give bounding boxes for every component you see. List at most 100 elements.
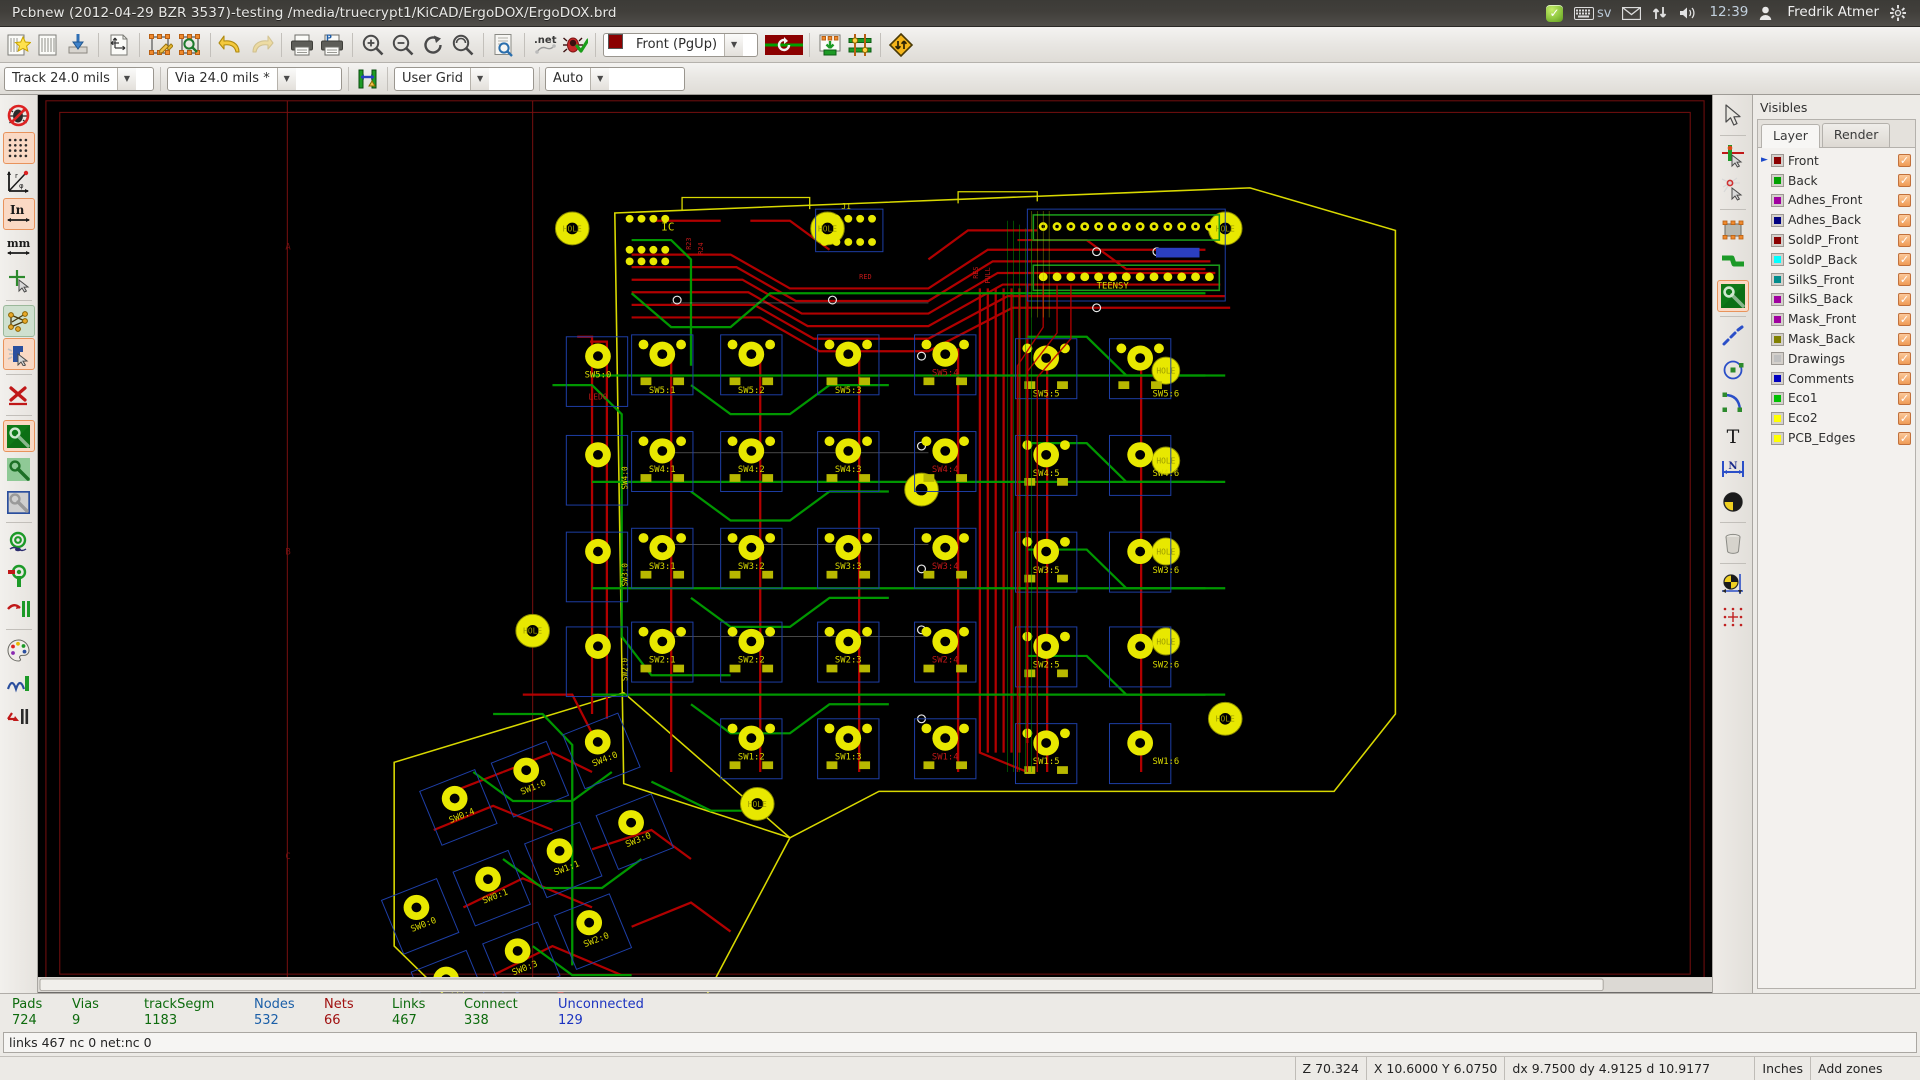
layer-visibility-checkbox[interactable]: ✓	[1898, 392, 1911, 405]
username-label[interactable]: Fredrik Atmer	[1787, 6, 1879, 20]
layer-color-swatch[interactable]	[1771, 273, 1784, 286]
layer-color-swatch[interactable]	[1771, 392, 1784, 405]
layer-color-swatch[interactable]	[1771, 432, 1784, 445]
zone-disabled-icon[interactable]	[3, 486, 35, 518]
add-module-icon[interactable]	[1717, 214, 1749, 246]
microwave-icon[interactable]	[3, 667, 35, 699]
updown-arrows-icon[interactable]	[886, 30, 916, 60]
chevron-down-icon[interactable]: ▼	[724, 34, 743, 56]
layer-visibility-checkbox[interactable]: ✓	[1898, 333, 1911, 346]
save-board-button[interactable]	[63, 30, 93, 60]
layer-color-swatch[interactable]	[1771, 253, 1784, 266]
gear-icon[interactable]	[1890, 5, 1906, 21]
track-sketch-icon[interactable]	[3, 593, 35, 625]
layer-color-swatch[interactable]	[1771, 412, 1784, 425]
zoom-fit-button[interactable]	[448, 30, 478, 60]
layer-row-mask-back[interactable]: Mask_Back ✓	[1758, 329, 1915, 349]
pad-sketch-icon[interactable]	[3, 527, 35, 559]
layer-color-swatch[interactable]	[1771, 372, 1784, 385]
layer-visibility-checkbox[interactable]: ✓	[1898, 372, 1911, 385]
layer-visibility-checkbox[interactable]: ✓	[1898, 293, 1911, 306]
local-ratsnest-icon[interactable]	[1717, 173, 1749, 205]
page-settings-button[interactable]	[104, 30, 134, 60]
layer-color-swatch[interactable]	[1771, 293, 1784, 306]
layer-visibility-checkbox[interactable]: ✓	[1898, 253, 1911, 266]
arrow-cursor-icon[interactable]	[1717, 99, 1749, 131]
grid-dots-icon[interactable]	[3, 132, 35, 164]
polar-coord-icon[interactable]: rφ	[3, 165, 35, 197]
netlist-button[interactable]: .net	[530, 30, 560, 60]
layer-color-swatch[interactable]	[1771, 234, 1784, 247]
mode-track-icon[interactable]	[845, 30, 875, 60]
zone-filled-icon[interactable]	[3, 420, 35, 452]
layer-row-eco1[interactable]: Eco1 ✓	[1758, 389, 1915, 409]
layer-visibility-checkbox[interactable]: ✓	[1898, 352, 1911, 365]
layer-row-drawings[interactable]: Drawings ✓	[1758, 349, 1915, 369]
layer-visibility-checkbox[interactable]: ✓	[1898, 154, 1911, 167]
layer-color-swatch[interactable]	[1771, 154, 1784, 167]
zoom-select[interactable]: Auto ▼	[545, 67, 685, 91]
keyboard-icon[interactable]: sv	[1574, 7, 1611, 20]
new-board-button[interactable]	[3, 30, 33, 60]
layer-color-swatch[interactable]	[1771, 333, 1784, 346]
layer-visibility-checkbox[interactable]: ✓	[1898, 174, 1911, 187]
active-layer-select[interactable]: Front (PgUp) ▼	[603, 33, 758, 57]
open-module-viewer-button[interactable]	[175, 30, 205, 60]
text-T-icon[interactable]: T	[1717, 420, 1749, 452]
layer-row-eco2[interactable]: Eco2 ✓	[1758, 408, 1915, 428]
user-icon[interactable]	[1759, 6, 1772, 20]
chevron-down-icon[interactable]: ▼	[470, 68, 489, 90]
ratsnest-icon[interactable]	[3, 305, 35, 337]
layer-visibility-checkbox[interactable]: ✓	[1898, 234, 1911, 247]
full-crosshair-icon[interactable]	[3, 264, 35, 296]
hidden-text-icon[interactable]	[3, 700, 35, 732]
layer-color-swatch[interactable]	[1771, 174, 1784, 187]
plot-button[interactable]: P	[317, 30, 347, 60]
zoom-in-button[interactable]	[358, 30, 388, 60]
layer-row-adhes-front[interactable]: Adhes_Front ✓	[1758, 191, 1915, 211]
chevron-down-icon[interactable]: ▼	[277, 68, 296, 90]
dashed-line-icon[interactable]	[1717, 321, 1749, 353]
add-zone-icon[interactable]	[1717, 280, 1749, 312]
track-width-select[interactable]: Track 24.0 mils ▼	[4, 67, 154, 91]
redo-button[interactable]	[246, 30, 276, 60]
contrast-palette-icon[interactable]	[3, 634, 35, 666]
highlight-net-icon[interactable]	[1717, 140, 1749, 172]
find-button[interactable]	[489, 30, 519, 60]
envelope-icon[interactable]	[1622, 7, 1641, 20]
target-mire-icon[interactable]	[1717, 486, 1749, 518]
layer-color-swatch[interactable]	[1771, 194, 1784, 207]
arc-shape-icon[interactable]	[1717, 387, 1749, 419]
add-track-icon[interactable]	[1717, 247, 1749, 279]
layer-visibility-checkbox[interactable]: ✓	[1898, 412, 1911, 425]
layer-visibility-checkbox[interactable]: ✓	[1898, 432, 1911, 445]
refresh-icon[interactable]	[418, 30, 448, 60]
chevron-down-icon[interactable]: ▼	[590, 68, 609, 90]
layer-row-comments[interactable]: Comments ✓	[1758, 369, 1915, 389]
track-via-size-icon[interactable]	[355, 66, 381, 92]
via-sketch-icon[interactable]	[3, 560, 35, 592]
clock-label[interactable]: 12:39	[1709, 6, 1748, 20]
layer-row-soldp-back[interactable]: SoldP_Back ✓	[1758, 250, 1915, 270]
network-updown-icon[interactable]	[1652, 6, 1668, 20]
grid-origin-icon[interactable]	[1717, 601, 1749, 633]
mode-module-icon[interactable]	[815, 30, 845, 60]
mm-unit-icon[interactable]: mm	[3, 231, 35, 263]
layer-visibility-checkbox[interactable]: ✓	[1898, 194, 1911, 207]
via-size-select[interactable]: Via 24.0 mils * ▼	[167, 67, 342, 91]
module-ratsnest-icon[interactable]	[3, 338, 35, 370]
layer-row-pcb-edges[interactable]: PCB_Edges ✓	[1758, 428, 1915, 448]
layer-row-mask-front[interactable]: Mask_Front ✓	[1758, 309, 1915, 329]
layer-color-swatch[interactable]	[1771, 313, 1784, 326]
print-button[interactable]	[287, 30, 317, 60]
open-module-editor-button[interactable]	[145, 30, 175, 60]
drc-bug-icon[interactable]	[560, 30, 590, 60]
pcb-canvas-area[interactable]: ABC File: ErgoDOX.brd Sheet: 1/1 Title:	[38, 95, 1712, 993]
circle-shape-icon[interactable]	[1717, 354, 1749, 386]
set-origin-icon[interactable]	[1717, 568, 1749, 600]
layer-visibility-checkbox[interactable]: ✓	[1898, 214, 1911, 227]
dimension-icon[interactable]: N	[1717, 453, 1749, 485]
undo-button[interactable]	[216, 30, 246, 60]
layer-row-silks-front[interactable]: SilkS_Front ✓	[1758, 270, 1915, 290]
autoroute-icon[interactable]	[764, 30, 804, 60]
